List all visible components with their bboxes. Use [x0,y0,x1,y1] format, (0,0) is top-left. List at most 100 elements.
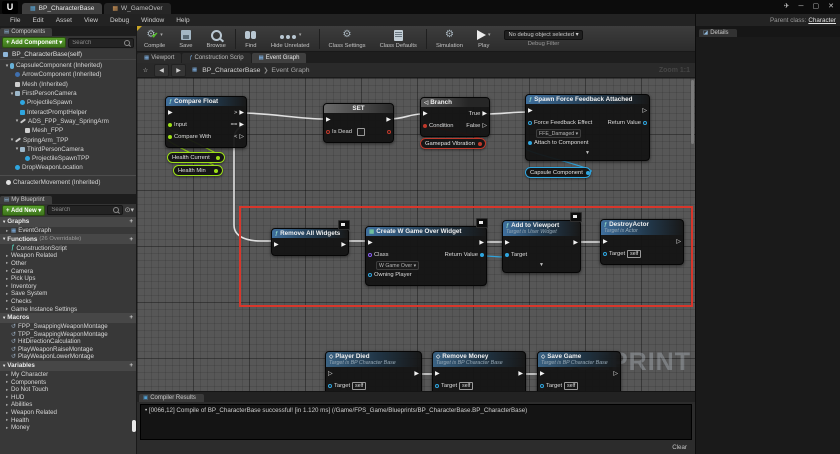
exec-pin[interactable]: ▶ [505,240,510,246]
functions-item-other[interactable]: ▸Other [0,260,136,268]
blue-pin[interactable] [586,171,590,175]
component-row-firstpersoncamera[interactable]: ▾FirstPersonCamera [0,89,136,98]
blue-pin[interactable] [528,121,532,125]
exec-pin[interactable]: ▷ [328,371,333,377]
tab-viewport[interactable]: ▦Viewport [137,53,181,63]
component-row-projectilespawn[interactable]: ProjectileSpawn [0,98,136,107]
window-tab-w-gameover[interactable]: ▦W_GameOver [104,3,170,14]
add-variables-button[interactable]: + [129,362,133,369]
component-row-ads-fpp-sway-springarm[interactable]: ▾ADS_FPP_Sway_SpringArm [0,117,136,126]
component-row-charactermovement[interactable]: CharacterMovement (Inherited) [0,178,136,187]
section-header-macros[interactable]: ▾Macros+ [0,313,136,323]
macros-item-playweaponlowermontage[interactable]: ↺PlayWeaponLowerMontage [0,353,136,361]
exec-pin[interactable]: ▶ [274,242,279,248]
exec-pin[interactable]: ▶ [518,371,523,377]
red-pin[interactable] [387,130,391,134]
blue-pin[interactable] [540,384,544,388]
window-tab-bp-characterbase[interactable]: ▦BP_CharacterBase [22,3,102,14]
menu-view[interactable]: View [78,17,104,24]
exec-pin[interactable]: ▶ [479,240,484,246]
exec-pin[interactable]: ▷ [642,108,647,114]
menu-asset[interactable]: Asset [50,17,78,24]
tab-construction-scrip[interactable]: ƒConstruction Scrip [182,53,250,63]
dropdown-w-game-over[interactable]: W Game Over ▾ [376,261,419,270]
variable-pill-health-current[interactable]: Health Current [167,152,225,163]
graphs-item-eventgraph[interactable]: ▸▦EventGraph [0,227,136,235]
menu-debug[interactable]: Debug [104,17,135,24]
section-header-functions[interactable]: ▾Functions(26 Overridable)+ [0,234,136,244]
exec-pin[interactable]: ▶ [482,111,487,117]
menu-edit[interactable]: Edit [26,17,49,24]
purple-pin[interactable] [368,253,372,257]
component-row-dropweaponlocation[interactable]: DropWeaponLocation [0,163,136,172]
functions-item-game-instance-settings[interactable]: ▸Game Instance Settings [0,305,136,313]
node-expander-icon[interactable]: ▼ [503,262,580,269]
exec-pin[interactable]: ▶ [239,110,244,116]
graph-scrollbar-thumb[interactable] [691,80,694,144]
visibility-filter-icon[interactable]: ⊙▾ [125,206,134,214]
tab-details[interactable]: ◪ Details [699,29,737,37]
simulation-button[interactable]: ⚙Simulation [429,26,470,52]
checkbox[interactable] [357,128,365,136]
debug-object-dropdown[interactable]: No debug object selected ▾ [504,30,584,40]
exec-pin[interactable]: ▶ [168,110,173,116]
exec-pin[interactable]: ▶ [423,111,428,117]
component-row-thirdpersoncamera[interactable]: ▾ThirdPersonCamera [0,145,136,154]
variables-item-money[interactable]: ▸Money [0,424,136,432]
variables-item-weapon-related[interactable]: ▸Weapon Related [0,409,136,417]
section-header-graphs[interactable]: ▾Graphs+ [0,217,136,227]
blue-pin[interactable] [603,252,607,256]
variables-item-health[interactable]: ▸Health [0,416,136,424]
red-pin[interactable] [326,130,330,134]
green-pin[interactable] [168,135,172,139]
menu-file[interactable]: File [4,17,26,24]
event-graph-canvas[interactable]: BLUEPRINT ƒCompare Float▶>▶Input==▶Compa… [137,78,695,391]
variable-pill-capsule-component[interactable]: Capsule Component [525,167,591,178]
variable-pill-gamepad-vibration[interactable]: Gamepad Vibration [420,138,486,149]
node-spawn-force-feedback-attached[interactable]: ƒSpawn Force Feedback Attached▶▷Force Fe… [525,94,650,161]
tab-my-blueprint[interactable]: ▤ My Blueprint [0,196,52,204]
component-row-springarm-tpp[interactable]: ▾SpringArm_TPP [0,135,136,144]
exec-pin[interactable]: ▶ [326,117,331,123]
tab-compiler-results[interactable]: ▣ Compiler Results [139,394,204,402]
tab-event-graph[interactable]: ▦Event Graph [252,53,307,63]
green-pin[interactable] [168,123,172,127]
menu-help[interactable]: Help [170,17,195,24]
exec-pin[interactable]: ▶ [573,240,578,246]
play-button[interactable]: ▾Play [470,26,498,52]
exec-pin[interactable]: ▷ [482,123,487,129]
component-row-mesh-fpp[interactable]: Mesh_FPP [0,126,136,135]
green-pin[interactable] [214,169,218,173]
node-expander-icon[interactable]: ▼ [526,150,649,157]
exec-pin[interactable]: ▶ [386,117,391,123]
variable-pill-health-min[interactable]: Health Min [173,165,223,176]
breadcrumb-blueprint[interactable]: BP_CharacterBase [202,67,260,74]
self-reference-box[interactable]: self [564,382,578,390]
nav-forward-button[interactable]: ▶ [171,64,186,77]
component-row-arrowcomponent-inherited[interactable]: ArrowComponent (Inherited) [0,70,136,79]
node-save-game[interactable]: ◇Save GameTarget is BP Character Base▶▷T… [537,351,621,391]
self-reference-box[interactable]: self [352,382,366,390]
nav-back-button[interactable]: ◀ [154,64,169,77]
exec-pin[interactable]: ▶ [368,240,373,246]
blue-pin[interactable] [480,253,484,257]
add-new-button[interactable]: + Add New ▾ [2,205,45,216]
breadcrumb-graph[interactable]: Event Graph [271,67,309,74]
self-reference-box[interactable]: self [627,250,641,258]
blue-pin[interactable] [528,141,532,145]
close-button[interactable]: ✕ [828,0,834,14]
component-row-mesh-inherited[interactable]: Mesh (Inherited) [0,80,136,89]
node-remove-money[interactable]: ◇Remove MoneyTarget is BP Character Base… [432,351,526,391]
macros-item-hitdirectioncalculation[interactable]: ↺HitDirectionCalculation [0,338,136,346]
add-macros-button[interactable]: + [129,314,133,321]
bookmark-star-icon[interactable]: ☆ [139,65,152,76]
parent-class-link[interactable]: Character [808,17,836,24]
variables-item-do-not-touch[interactable]: ▸Do Not Touch [0,386,136,394]
exec-pin[interactable]: ▶ [603,239,608,245]
red-pin[interactable] [423,124,427,128]
variables-item-my-character[interactable]: ▸My Character [0,371,136,379]
minimize-button[interactable]: ─ [799,0,804,14]
functions-item-camera[interactable]: ▸Camera [0,267,136,275]
blue-pin[interactable] [368,273,372,277]
exec-pin[interactable]: ▷ [613,371,618,377]
